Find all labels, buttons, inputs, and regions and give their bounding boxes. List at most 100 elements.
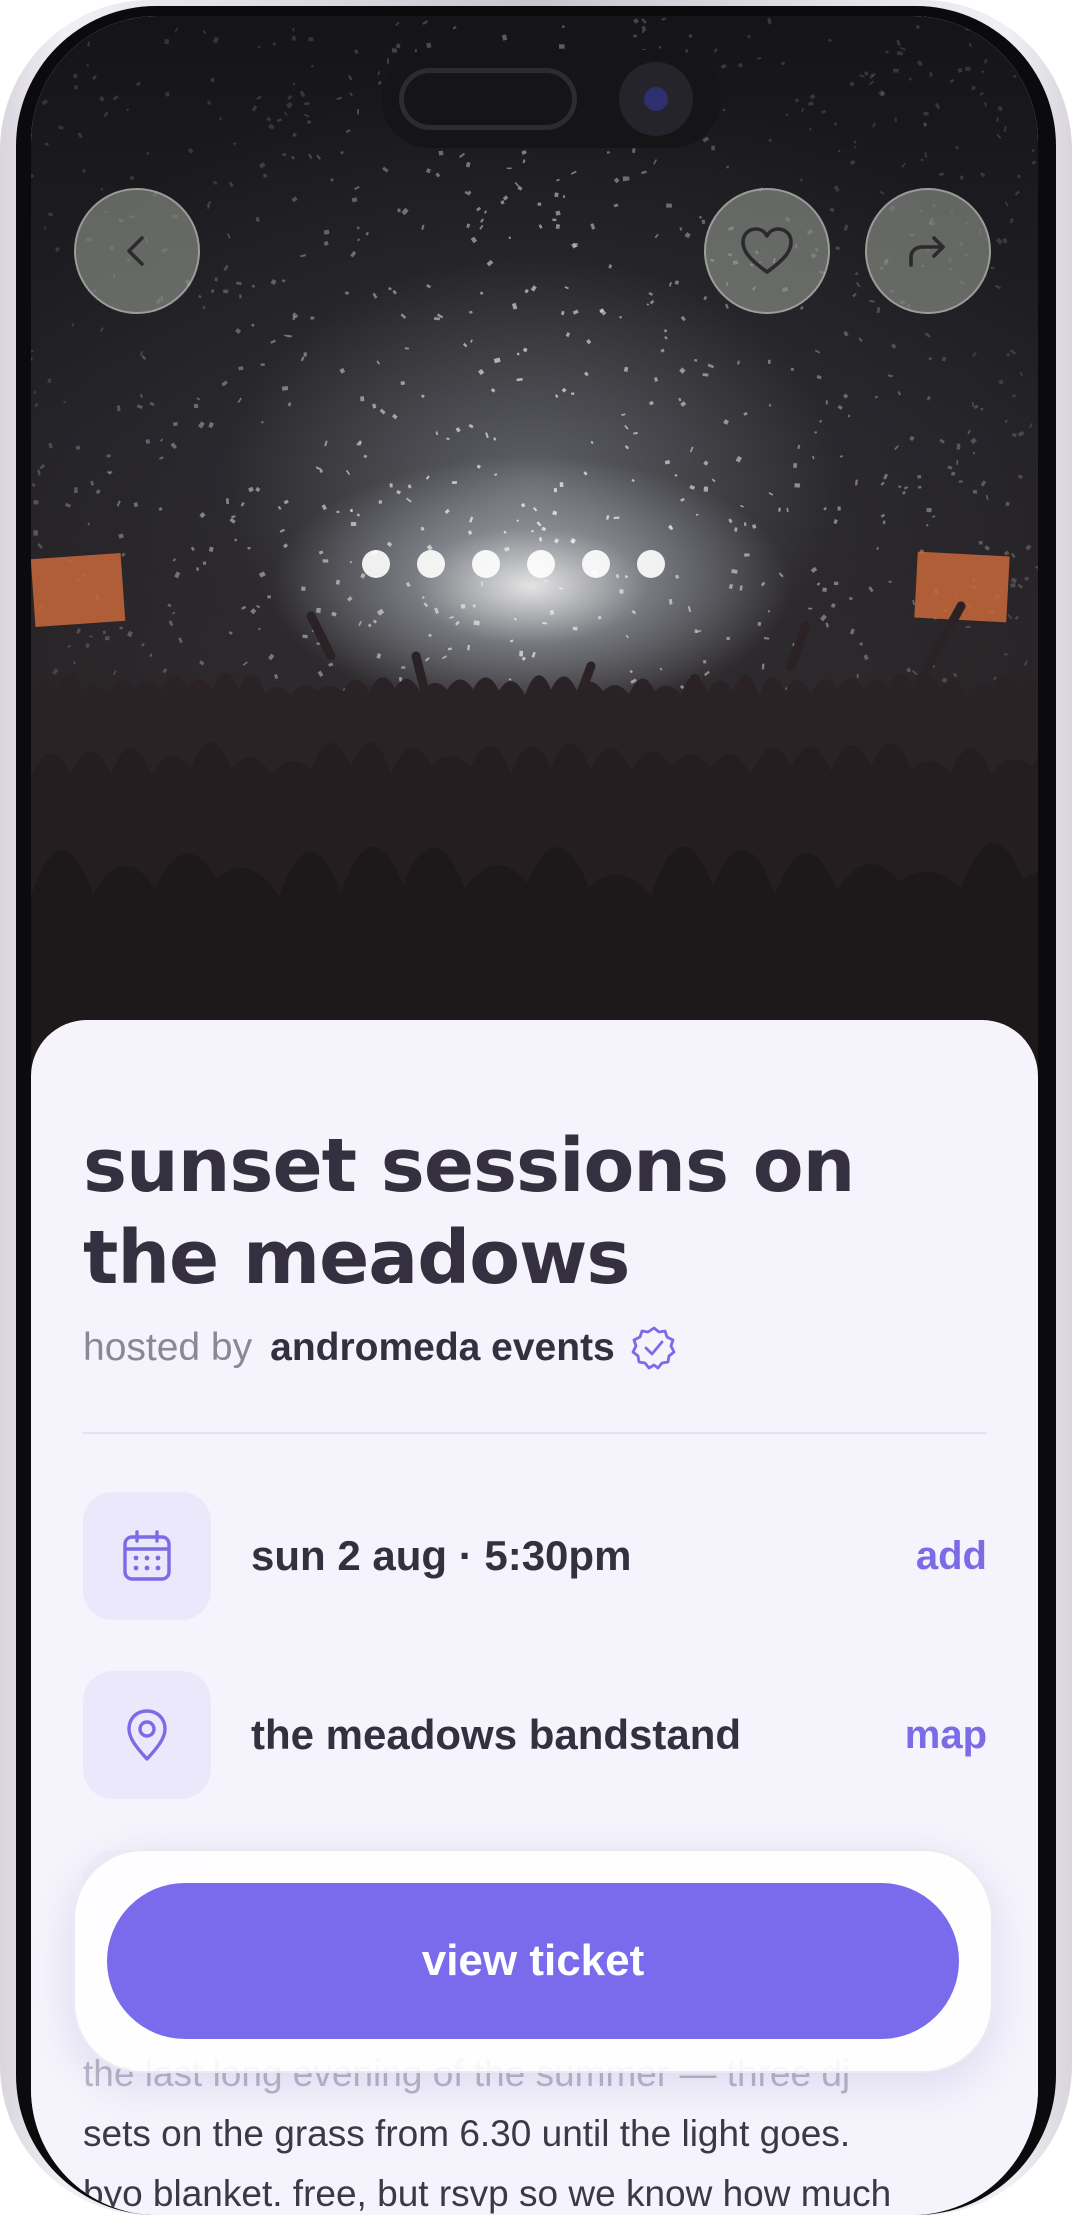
confetti-piece (1024, 576, 1030, 581)
confetti-piece (478, 368, 485, 376)
confetti-piece (516, 519, 520, 523)
confetti-piece (420, 394, 425, 399)
confetti-piece (854, 146, 857, 149)
confetti-piece (814, 431, 818, 434)
confetti-piece (720, 64, 727, 69)
confetti-piece (819, 419, 823, 423)
confetti-piece (660, 348, 665, 353)
confetti-piece (808, 127, 812, 131)
confetti-piece (451, 481, 457, 485)
confetti-piece (435, 431, 439, 436)
confetti-piece (504, 546, 510, 552)
confetti-piece (1017, 474, 1023, 479)
confetti-piece (503, 530, 507, 534)
confetti-piece (268, 123, 275, 130)
confetti-piece (202, 305, 206, 310)
view-ticket-button[interactable]: view ticket (107, 1883, 959, 2039)
confetti-piece (133, 502, 139, 508)
confetti-piece (859, 74, 865, 78)
dynamic-island (381, 50, 721, 148)
confetti-piece (648, 291, 654, 296)
confetti-piece (668, 598, 673, 605)
confetti-piece (688, 34, 693, 38)
confetti-piece (237, 397, 243, 404)
confetti-piece (165, 91, 170, 97)
confetti-piece (357, 108, 360, 115)
confetti-piece (434, 607, 439, 615)
confetti-piece (304, 102, 310, 106)
confetti-piece (646, 303, 650, 306)
confetti-piece (490, 387, 496, 393)
confetti-piece (572, 626, 578, 631)
confetti-piece (308, 36, 314, 42)
confetti-piece (396, 490, 401, 495)
confetti-piece (893, 68, 899, 73)
confetti-piece (816, 374, 822, 380)
confetti-piece (794, 483, 801, 488)
confetti-piece (908, 77, 912, 82)
confetti-piece (890, 343, 897, 349)
confetti-piece (284, 334, 289, 337)
confetti-piece (516, 377, 523, 382)
confetti-piece (1029, 422, 1033, 429)
confetti-piece (641, 25, 647, 32)
verified-badge-icon (631, 1326, 676, 1370)
confetti-piece (552, 218, 557, 222)
confetti-piece (558, 587, 564, 590)
confetti-piece (743, 411, 748, 416)
confetti-piece (196, 397, 201, 401)
host-name-link[interactable]: andromeda events (270, 1326, 615, 1370)
share-button[interactable] (865, 188, 991, 314)
confetti-piece (713, 48, 718, 53)
confetti-piece (626, 176, 630, 181)
confetti-piece (1009, 349, 1017, 355)
confetti-piece (44, 226, 47, 230)
back-button[interactable] (74, 188, 200, 314)
confetti-piece (971, 402, 974, 407)
open-map-button[interactable]: map (905, 1671, 987, 1799)
confetti-piece (619, 316, 622, 319)
confetti-piece (158, 507, 163, 512)
confetti-piece (395, 43, 401, 49)
heart-icon (741, 227, 793, 274)
confetti-piece (633, 431, 638, 435)
confetti-piece (455, 427, 461, 433)
confetti-piece (795, 98, 799, 103)
confetti-piece (433, 317, 440, 321)
confetti-piece (923, 111, 929, 116)
confetti-piece (967, 429, 971, 435)
confetti-piece (799, 305, 804, 311)
confetti-piece (292, 27, 295, 32)
confetti-piece (801, 107, 805, 113)
confetti-piece (104, 636, 110, 641)
confetti-piece (256, 604, 261, 609)
add-to-calendar-button[interactable]: add (916, 1492, 987, 1620)
confetti-piece (44, 142, 50, 147)
confetti-piece (116, 405, 121, 412)
confetti-piece (377, 71, 381, 76)
confetti-piece (172, 558, 177, 562)
confetti-piece (843, 224, 849, 231)
confetti-piece (763, 637, 770, 640)
confetti-piece (356, 513, 361, 517)
confetti-piece (760, 581, 766, 587)
confetti-piece (768, 138, 772, 142)
confetti-piece (768, 492, 774, 496)
confetti-piece (226, 233, 231, 239)
confetti-piece (853, 140, 857, 144)
confetti-piece (565, 332, 571, 338)
confetti-piece (229, 517, 236, 524)
confetti-piece (1014, 615, 1020, 621)
confetti-piece (606, 515, 610, 520)
confetti-piece (938, 172, 945, 176)
favorite-button[interactable] (704, 188, 830, 314)
confetti-piece (785, 113, 789, 117)
confetti-piece (206, 100, 212, 106)
confetti-piece (129, 175, 135, 181)
confetti-piece (469, 310, 473, 314)
confetti-piece (552, 510, 558, 516)
confetti-piece (972, 451, 976, 455)
confetti-piece (136, 404, 143, 410)
confetti-piece (172, 421, 178, 427)
confetti-piece (470, 339, 473, 343)
